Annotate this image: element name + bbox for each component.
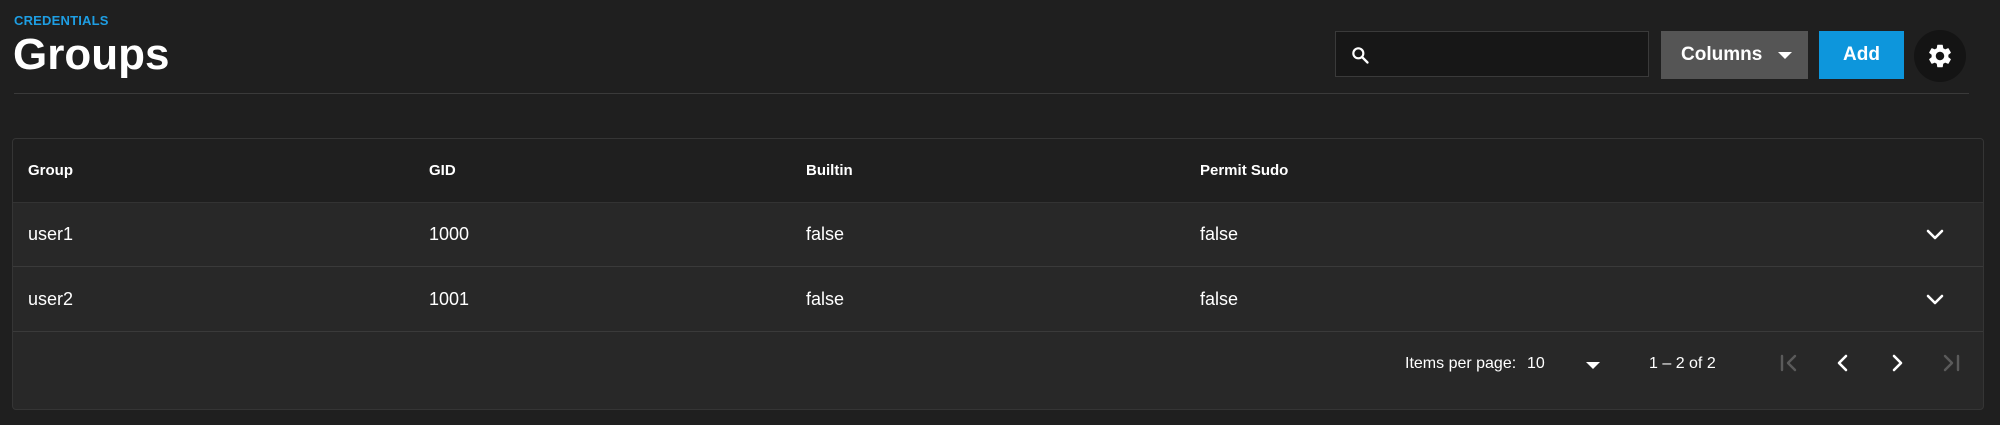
range-label: 1 – 2 of 2 — [1649, 355, 1716, 372]
cell-gid: 1001 — [429, 289, 470, 309]
breadcrumb[interactable]: CREDENTIALS — [14, 13, 109, 28]
add-button[interactable]: Add — [1819, 31, 1904, 79]
first-page-icon[interactable] — [1775, 349, 1803, 377]
table-header: Group GID Builtin Permit Sudo — [13, 139, 1983, 203]
column-header-permit-sudo[interactable]: Permit Sudo — [1200, 162, 1288, 179]
page-title: Groups — [13, 30, 170, 79]
previous-page-icon[interactable] — [1829, 349, 1857, 377]
column-header-group[interactable]: Group — [28, 162, 73, 179]
chevron-down-icon[interactable] — [1925, 228, 1945, 242]
paginator: Items per page: 10 1 – 2 of 2 — [13, 333, 1983, 409]
cell-permit-sudo: false — [1200, 224, 1239, 244]
column-header-gid[interactable]: GID — [429, 162, 456, 179]
settings-button[interactable] — [1914, 30, 1966, 82]
search-icon — [1352, 47, 1369, 64]
header-divider — [14, 93, 1969, 94]
chevron-down-icon[interactable] — [1925, 293, 1945, 307]
items-per-page-value[interactable]: 10 — [1527, 355, 1545, 373]
groups-table-card: Group GID Builtin Permit Sudo user1 1000… — [12, 138, 1984, 410]
next-page-icon[interactable] — [1883, 349, 1911, 377]
cell-gid: 1000 — [429, 224, 470, 244]
caret-down-icon — [1778, 52, 1792, 59]
table-row[interactable]: user2 1001 false false — [13, 267, 1983, 332]
table-row[interactable]: user1 1000 false false — [13, 202, 1983, 267]
search-box[interactable] — [1335, 31, 1649, 78]
column-header-builtin[interactable]: Builtin — [806, 162, 853, 179]
cell-builtin: false — [806, 224, 845, 244]
cell-permit-sudo: false — [1200, 289, 1239, 309]
cell-group: user2 — [28, 289, 74, 309]
search-input[interactable] — [1380, 32, 1648, 78]
cell-group: user1 — [28, 224, 74, 244]
columns-button[interactable]: Columns — [1661, 31, 1808, 79]
caret-down-icon[interactable] — [1586, 362, 1600, 369]
last-page-icon[interactable] — [1937, 349, 1965, 377]
items-per-page-label: Items per page: — [1405, 355, 1517, 372]
settings-gear-icon — [1929, 44, 1951, 68]
columns-button-label: Columns — [1681, 44, 1763, 65]
cell-builtin: false — [806, 289, 845, 309]
